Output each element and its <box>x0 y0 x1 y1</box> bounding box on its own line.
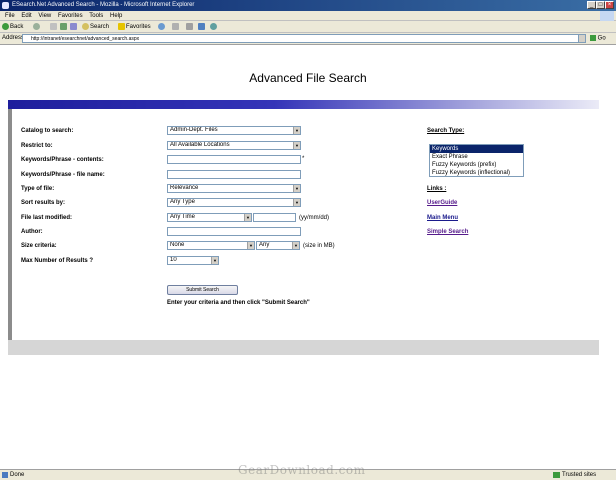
menu-help[interactable]: Help <box>110 13 122 19</box>
forward-button[interactable] <box>33 21 41 33</box>
favorites-button[interactable]: Favorites <box>118 21 151 33</box>
history-icon <box>158 22 165 30</box>
page-title: Advanced File Search <box>249 71 367 85</box>
window-title: ESearch.Net Advanced Search - Mozilla - … <box>12 2 195 8</box>
restrict-select[interactable]: All Available Locations ▼ <box>167 141 301 150</box>
footer-bar <box>8 340 599 355</box>
windows-logo-icon <box>600 11 614 21</box>
search-type-listbox[interactable]: Keywords Exact Phrase Fuzzy Keywords (pr… <box>429 144 524 177</box>
history-button[interactable] <box>158 21 166 33</box>
status-text: Done <box>10 472 25 478</box>
size-criteria-select[interactable]: None ▼ <box>167 241 255 250</box>
print-icon <box>186 22 193 30</box>
submit-search-button[interactable]: Submit Search <box>167 285 238 295</box>
chevron-down-icon: ▼ <box>244 214 251 221</box>
search-type-option[interactable]: Exact Phrase <box>430 153 523 161</box>
sort-label: Sort results by: <box>21 200 66 206</box>
mail-icon <box>172 22 179 30</box>
menu-tools[interactable]: Tools <box>89 13 103 19</box>
file-type-select[interactable]: Relevance ▼ <box>167 184 301 193</box>
stop-button[interactable] <box>50 21 58 33</box>
author-input[interactable] <box>167 227 301 236</box>
links-heading: Links : <box>427 186 447 192</box>
star-icon <box>118 22 125 30</box>
chevron-down-icon: ▼ <box>293 142 300 149</box>
simple-search-link[interactable]: Simple Search <box>427 229 468 235</box>
refresh-icon <box>60 22 67 30</box>
refresh-button[interactable] <box>60 21 68 33</box>
back-arrow-icon <box>2 22 9 30</box>
sort-select[interactable]: Any Type ▼ <box>167 198 301 207</box>
menu-edit[interactable]: Edit <box>21 13 31 19</box>
keywords-filename-label: Keywords/Phrase - file name: <box>21 172 105 178</box>
trusted-zone-icon <box>553 472 560 478</box>
search-type-option[interactable]: Fuzzy Keywords (inflectional) <box>430 169 523 177</box>
search-type-option[interactable]: Fuzzy Keywords (prefix) <box>430 161 523 169</box>
minimize-button[interactable]: _ <box>587 1 596 9</box>
search-icon <box>82 22 89 30</box>
catalog-select[interactable]: Admin-Dept. Files ▼ <box>167 126 301 135</box>
max-results-label: Max Number of Results ? <box>21 258 94 264</box>
discuss-button[interactable] <box>210 21 218 33</box>
print-button[interactable] <box>186 21 194 33</box>
address-input[interactable]: http://intranet/esearchnet/advanced_sear… <box>22 34 584 43</box>
chevron-down-icon: ▼ <box>247 242 254 249</box>
menu-favorites[interactable]: Favorites <box>58 13 83 19</box>
search-button[interactable]: Search <box>82 21 109 33</box>
userguide-link[interactable]: UserGuide <box>427 200 457 206</box>
edit-button[interactable] <box>198 21 206 33</box>
back-button[interactable]: Back <box>2 21 23 33</box>
home-icon <box>70 22 77 30</box>
keywords-contents-label: Keywords/Phrase - contents: <box>21 157 104 163</box>
author-label: Author: <box>21 229 43 235</box>
search-type-heading: Search Type: <box>427 128 465 134</box>
go-button[interactable]: Go <box>590 35 606 42</box>
left-accent-bar <box>8 109 12 355</box>
modified-date-input[interactable] <box>253 213 296 222</box>
modified-label: File last modified: <box>21 215 73 221</box>
close-button[interactable]: × <box>605 1 614 9</box>
size-label: Size criteria: <box>21 243 57 249</box>
chevron-down-icon: ▼ <box>211 257 218 264</box>
max-results-select[interactable]: 10 ▼ <box>167 256 219 265</box>
address-label: Address <box>2 35 25 41</box>
watermark: GearDownload.com <box>238 463 366 477</box>
main-menu-link[interactable]: Main Menu <box>427 215 458 221</box>
date-format-hint: (yy/mm/dd) <box>299 215 329 221</box>
instruction-text: Enter your criteria and then click "Subm… <box>167 300 310 306</box>
address-bar: Address http://intranet/esearchnet/advan… <box>0 33 616 45</box>
go-arrow-icon <box>590 35 596 41</box>
size-value-select[interactable]: Any ▼ <box>256 241 300 250</box>
size-unit-hint: (size in MB) <box>303 243 335 249</box>
chevron-down-icon: ▼ <box>293 199 300 206</box>
ie-icon <box>2 2 9 9</box>
edit-icon <box>198 22 205 30</box>
chevron-down-icon: ▼ <box>293 185 300 192</box>
chevron-down-icon: ▼ <box>293 127 300 134</box>
browser-toolbar: Back Search Favorites <box>0 21 616 33</box>
search-type-option[interactable]: Keywords <box>430 145 523 153</box>
chevron-down-icon: ▼ <box>292 242 299 249</box>
catalog-label: Catalog to search: <box>21 128 74 134</box>
modified-select[interactable]: Any Time ▼ <box>167 213 252 222</box>
stop-icon <box>50 22 57 30</box>
keywords-filename-input[interactable] <box>167 170 301 179</box>
menu-bar: File Edit View Favorites Tools Help <box>0 11 616 21</box>
security-zone: Trusted sites <box>562 472 597 478</box>
page-icon <box>2 472 8 478</box>
maximize-button[interactable]: □ <box>596 1 605 9</box>
keywords-contents-input[interactable] <box>167 155 301 164</box>
menu-file[interactable]: File <box>5 13 15 19</box>
header-banner <box>8 100 599 109</box>
menu-view[interactable]: View <box>38 13 51 19</box>
restrict-label: Restrict to: <box>21 143 53 149</box>
home-button[interactable] <box>70 21 78 33</box>
mail-button[interactable] <box>172 21 180 33</box>
forward-arrow-icon <box>33 22 40 30</box>
required-mark: * <box>302 156 305 162</box>
file-type-label: Type of file: <box>21 186 55 192</box>
window-titlebar: ESearch.Net Advanced Search - Mozilla - … <box>0 0 616 11</box>
address-dropdown-button[interactable] <box>578 34 586 43</box>
discuss-icon <box>210 22 217 30</box>
